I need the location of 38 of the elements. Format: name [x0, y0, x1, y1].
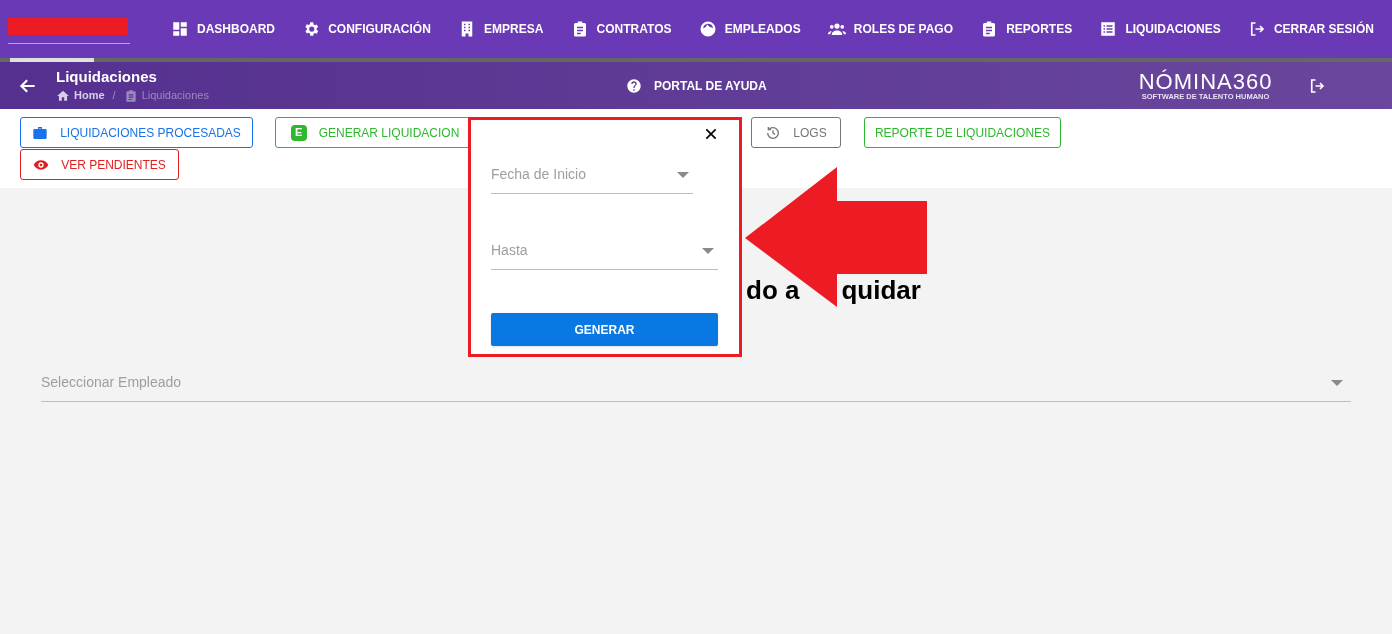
nav-link[interactable]: CONTRATOS [570, 20, 672, 38]
toolbar-button[interactable]: LOGS [751, 117, 841, 148]
history-icon [765, 124, 782, 141]
logout-button[interactable] [1308, 76, 1327, 95]
help-icon [626, 77, 642, 94]
list-icon [1099, 20, 1118, 38]
breadcrumb-separator: / [112, 88, 116, 104]
nav-link[interactable]: CONFIGURACIÓN [302, 20, 431, 38]
select-placeholder: Hasta [491, 241, 528, 260]
nav-link[interactable]: CERRAR SESIÓN [1247, 20, 1374, 38]
briefcase-icon [32, 124, 49, 141]
dropdown-caret-icon [1331, 378, 1343, 387]
select-placeholder: Fecha de Inicio [491, 165, 586, 184]
page-heading: do a [746, 274, 800, 306]
logout-icon [1308, 76, 1327, 95]
help-portal-link[interactable]: PORTAL DE AYUDA [626, 76, 767, 95]
dropdown-caret-icon [677, 170, 689, 179]
dropdown-caret-icon [702, 246, 714, 255]
generate-button[interactable]: GENERAR [491, 313, 718, 346]
page-heading: quidar [841, 274, 921, 306]
nav-link[interactable]: EMPLEADOS [698, 20, 801, 38]
people-icon [827, 20, 846, 38]
nav-link[interactable]: REPORTES [980, 20, 1073, 38]
clipboard-icon [123, 88, 138, 103]
breadcrumb-link[interactable]: Home [74, 87, 105, 104]
dashboard-icon [171, 20, 189, 38]
toolbar-button[interactable]: VER PENDIENTES [20, 149, 179, 180]
letter-e-icon: E [290, 124, 307, 141]
close-button[interactable] [703, 126, 719, 142]
page-title: Liquidaciones [56, 67, 158, 88]
nav-link[interactable]: ROLES DE PAGO [827, 20, 953, 38]
nav-link[interactable]: LIQUIDACIONES [1099, 20, 1221, 38]
select-placeholder: Seleccionar Empleado [41, 373, 182, 392]
nav-link[interactable]: DASHBOARD [171, 20, 275, 38]
nav-link[interactable]: EMPRESA [458, 20, 544, 38]
brand-name: NÓMINA360 [1138, 70, 1273, 93]
toolbar-button[interactable]: LIQUIDACIONES PROCESADAS [20, 117, 253, 148]
home-icon [56, 88, 70, 103]
